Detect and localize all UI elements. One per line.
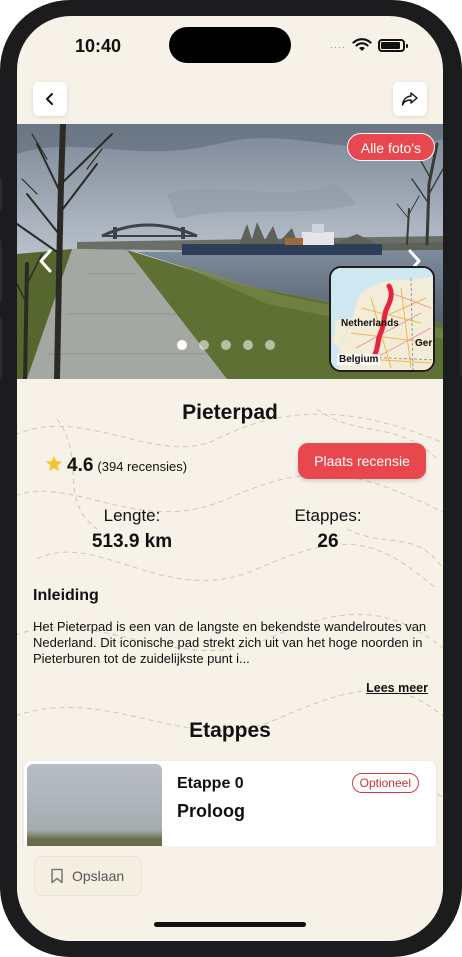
bookmark-icon	[51, 868, 63, 884]
write-review-button[interactable]: Plaats recensie	[298, 443, 426, 479]
map-label-germany: Ger	[415, 338, 433, 349]
map-label-netherlands: Netherlands	[341, 318, 399, 329]
length-value: 513.9 km	[91, 531, 173, 552]
star-icon	[45, 455, 63, 472]
share-button[interactable]	[393, 82, 427, 116]
app-screen: 10:40 .... Alle foto's Netherlands Belgi…	[17, 16, 443, 941]
intro-heading: Inleiding	[33, 587, 99, 604]
photo-pager[interactable]	[177, 340, 275, 350]
stages-value: 26	[317, 531, 339, 552]
stages-stat: Etappes: 26	[243, 506, 413, 553]
chevron-left-icon[interactable]	[37, 248, 55, 274]
pager-dot[interactable]	[243, 340, 253, 350]
phone-frame: 10:40 .... Alle foto's Netherlands Belgi…	[0, 0, 462, 957]
length-stat: Lengte: 513.9 km	[47, 506, 217, 553]
review-count[interactable]: (394 recensies)	[97, 459, 187, 474]
volume-up-button	[0, 240, 2, 302]
back-button[interactable]	[33, 82, 67, 116]
share-icon	[401, 92, 418, 106]
trail-title: Pieterpad	[182, 401, 278, 424]
back-icon	[46, 93, 53, 105]
bottom-bar: Opslaan	[17, 846, 443, 941]
dynamic-island	[169, 27, 291, 63]
pager-dot-active[interactable]	[177, 340, 187, 350]
stages-label: Etappes:	[294, 506, 362, 525]
battery-icon	[378, 38, 408, 52]
action-button	[0, 178, 2, 210]
intro-text: Het Pieterpad is een van de langste en b…	[33, 619, 427, 666]
optional-badge: Optioneel	[351, 773, 419, 793]
wifi-icon	[352, 38, 372, 51]
rating-value: 4.6	[67, 455, 94, 476]
status-time: 10:40	[75, 36, 122, 56]
route-map-thumbnail[interactable]: Netherlands Belgium Ger	[329, 266, 435, 372]
volume-down-button	[0, 318, 2, 380]
status-icons: ....	[329, 38, 408, 52]
pager-dot[interactable]	[199, 340, 209, 350]
hero-photo-carousel[interactable]: Alle foto's Netherlands Belgium Ger	[17, 124, 443, 379]
length-label: Lengte:	[103, 506, 161, 525]
status-bar: 10:40 ....	[17, 16, 443, 74]
all-photos-button[interactable]: Alle foto's	[346, 133, 435, 161]
save-button[interactable]: Opslaan	[34, 856, 142, 896]
stage-number: Etappe 0	[177, 775, 244, 792]
map-label-belgium: Belgium	[337, 354, 381, 365]
home-indicator[interactable]	[154, 922, 306, 927]
signal-dots: ....	[329, 39, 346, 51]
stage-name: Proloog	[177, 801, 245, 821]
rating-summary: 4.6 (394 recensies)	[45, 453, 187, 477]
save-label: Opslaan	[72, 868, 125, 884]
stages-heading: Etappes	[189, 719, 271, 742]
read-more-link[interactable]: Lees meer	[366, 681, 428, 695]
pager-dot[interactable]	[221, 340, 231, 350]
pager-dot[interactable]	[265, 340, 275, 350]
